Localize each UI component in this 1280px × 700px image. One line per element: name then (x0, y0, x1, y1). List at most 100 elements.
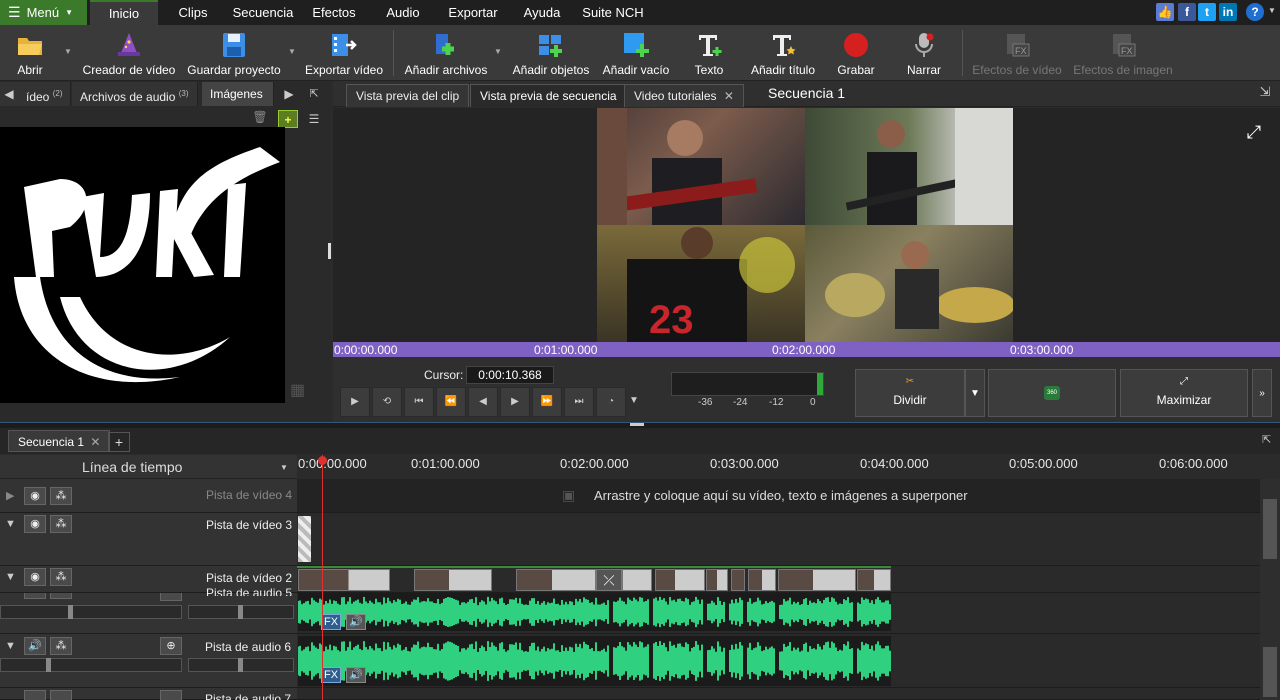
pin-icon[interactable]: ⇱ (304, 84, 324, 104)
transition-icon[interactable]: ⤫ (596, 569, 622, 591)
twitter-icon[interactable]: t (1198, 3, 1216, 21)
timeline-clip[interactable] (414, 569, 492, 591)
speed-icon[interactable]: ◔ (596, 387, 626, 417)
tab-inicio[interactable]: Inicio (90, 0, 158, 25)
fx-badge[interactable]: FX (321, 614, 341, 630)
abrir-dropdown-icon[interactable]: ▼ (64, 47, 72, 56)
narrar-button[interactable]: Narrar (898, 27, 950, 79)
volume-slider[interactable] (0, 658, 182, 672)
pan-slider-knob[interactable] (238, 605, 243, 619)
splitter-grip[interactable] (630, 423, 644, 426)
abrir-button[interactable]: Abrir (4, 27, 56, 79)
group-icon[interactable] (50, 690, 72, 700)
volume-slider[interactable] (0, 605, 182, 619)
playhead-handle[interactable] (318, 456, 327, 465)
tab-images[interactable]: Imágenes (202, 82, 274, 106)
tab-audio-files[interactable]: Archivos de audio (3) (72, 82, 198, 106)
volume-slider-knob[interactable] (68, 605, 73, 619)
timeline-clip[interactable] (706, 569, 728, 591)
creador-video-button[interactable]: Creador de vídeo (80, 27, 178, 79)
cursor-time-field[interactable]: 0:00:10.368 (466, 366, 554, 384)
tab-efectos[interactable]: Efectos (306, 0, 362, 25)
facebook-icon[interactable]: f (1178, 3, 1196, 21)
undock-icon[interactable]: ⇲ (1256, 84, 1274, 102)
zoom-track-icon[interactable] (160, 690, 182, 700)
tab-audio[interactable]: Audio (380, 0, 426, 25)
speed-dropdown-icon[interactable]: ▼ (624, 387, 644, 417)
eye-icon[interactable]: ◉ (24, 487, 46, 505)
video-frame[interactable]: 23 (597, 108, 1013, 342)
close-icon[interactable]: ✕ (724, 89, 734, 103)
anadir-titulo-button[interactable]: Añadir título (746, 27, 820, 79)
group-icon[interactable]: ⁂ (50, 515, 72, 533)
anadir-archivos-dropdown-icon[interactable]: ▼ (494, 47, 502, 56)
timeline-clip[interactable] (778, 569, 856, 591)
timeline-clip[interactable] (516, 569, 596, 591)
speaker-icon[interactable]: 🔊 (346, 614, 366, 630)
guardar-dropdown-icon[interactable]: ▼ (288, 47, 296, 56)
expand-track-icon[interactable]: ▶ (6, 489, 14, 502)
close-icon[interactable]: ✕ (90, 435, 100, 449)
vr-360-button[interactable]: 360 (988, 369, 1116, 417)
eye-icon[interactable]: ◉ (24, 515, 46, 533)
pan-slider-knob[interactable] (238, 658, 243, 672)
group-icon[interactable]: ⁂ (50, 637, 72, 655)
group-icon[interactable]: ⁂ (50, 568, 72, 586)
collapse-track-icon[interactable]: ▼ (5, 640, 16, 652)
tab-sequence-preview[interactable]: Vista previa de secuencia (470, 84, 627, 107)
list-view-icon[interactable]: ☰ (304, 110, 324, 128)
tab-clips[interactable]: Clips (168, 0, 218, 25)
timeline-clip[interactable] (731, 569, 745, 591)
volume-slider-knob[interactable] (46, 658, 51, 672)
track-lane-video-3[interactable] (297, 513, 1260, 566)
tabs-scroll-left-icon[interactable]: ◀ (0, 82, 18, 106)
like-icon[interactable]: 👍 (1156, 3, 1174, 21)
timeline-clip[interactable] (298, 569, 390, 591)
efectos-video-button[interactable]: FX Efectos de vídeo (972, 27, 1062, 79)
texto-button[interactable]: Texto (686, 27, 732, 79)
exportar-video-button[interactable]: Exportar vídeo (304, 27, 384, 79)
anadir-objetos-button[interactable]: Añadir objetos (510, 27, 592, 79)
loop-icon[interactable]: ⟲ (372, 387, 402, 417)
collapse-track-icon[interactable]: ▼ (5, 571, 16, 583)
go-to-start-icon[interactable]: ⏮ (404, 387, 434, 417)
scrollbar-thumb[interactable] (1263, 647, 1277, 697)
fx-badge[interactable]: FX (321, 667, 341, 683)
tabs-scroll-right-icon[interactable]: ▶ (278, 82, 300, 106)
go-to-end-icon[interactable]: ⏭ (564, 387, 594, 417)
tab-sequence-1[interactable]: Secuencia 1 ✕ (8, 430, 111, 452)
previous-frame-icon[interactable]: ⏪ (436, 387, 466, 417)
timeline-clip[interactable] (298, 516, 311, 562)
group-icon[interactable] (50, 593, 72, 599)
timeline-vertical-scrollbar[interactable] (1260, 479, 1280, 700)
track-lane-audio-7[interactable] (297, 688, 1260, 700)
speaker-icon[interactable]: 🔊 (346, 667, 366, 683)
speaker-icon[interactable] (24, 690, 46, 700)
step-forward-icon[interactable]: ▶ (500, 387, 530, 417)
help-chevron-icon[interactable]: ▼ (1268, 6, 1276, 15)
tab-clip-preview[interactable]: Vista previa del clip (346, 84, 470, 107)
timeline-clip[interactable] (748, 569, 776, 591)
tab-suite-nch[interactable]: Suite NCH (578, 0, 648, 25)
timeline-clip[interactable] (655, 569, 705, 591)
guardar-proyecto-button[interactable]: Guardar proyecto (186, 27, 282, 79)
tab-video-tutorials[interactable]: Video tutoriales ✕ (624, 84, 744, 107)
trash-icon[interactable]: 🗑 (250, 110, 270, 128)
dividir-button[interactable]: ✂ Dividir (855, 369, 965, 417)
help-icon[interactable]: ? (1246, 3, 1264, 21)
play-icon[interactable]: ▶ (340, 387, 370, 417)
tab-ayuda[interactable]: Ayuda (518, 0, 566, 25)
timeline-clip[interactable] (857, 569, 891, 591)
playhead-line[interactable] (322, 455, 323, 700)
controls-more-icon[interactable]: » (1252, 369, 1272, 417)
add-sequence-button[interactable]: + (108, 432, 130, 452)
audio-clip-audio-5[interactable] (298, 593, 891, 631)
collapse-track-icon[interactable]: ▼ (5, 518, 16, 530)
audio-clip-audio-6[interactable] (298, 636, 891, 686)
menu-button[interactable]: ☰ Menú ▼ (0, 0, 87, 25)
speaker-icon[interactable]: 🔊 (24, 637, 46, 655)
tab-secuencia[interactable]: Secuencia (228, 0, 298, 25)
speaker-icon[interactable] (24, 593, 46, 599)
add-media-icon[interactable]: + (278, 110, 298, 128)
zoom-track-icon[interactable] (160, 593, 182, 601)
